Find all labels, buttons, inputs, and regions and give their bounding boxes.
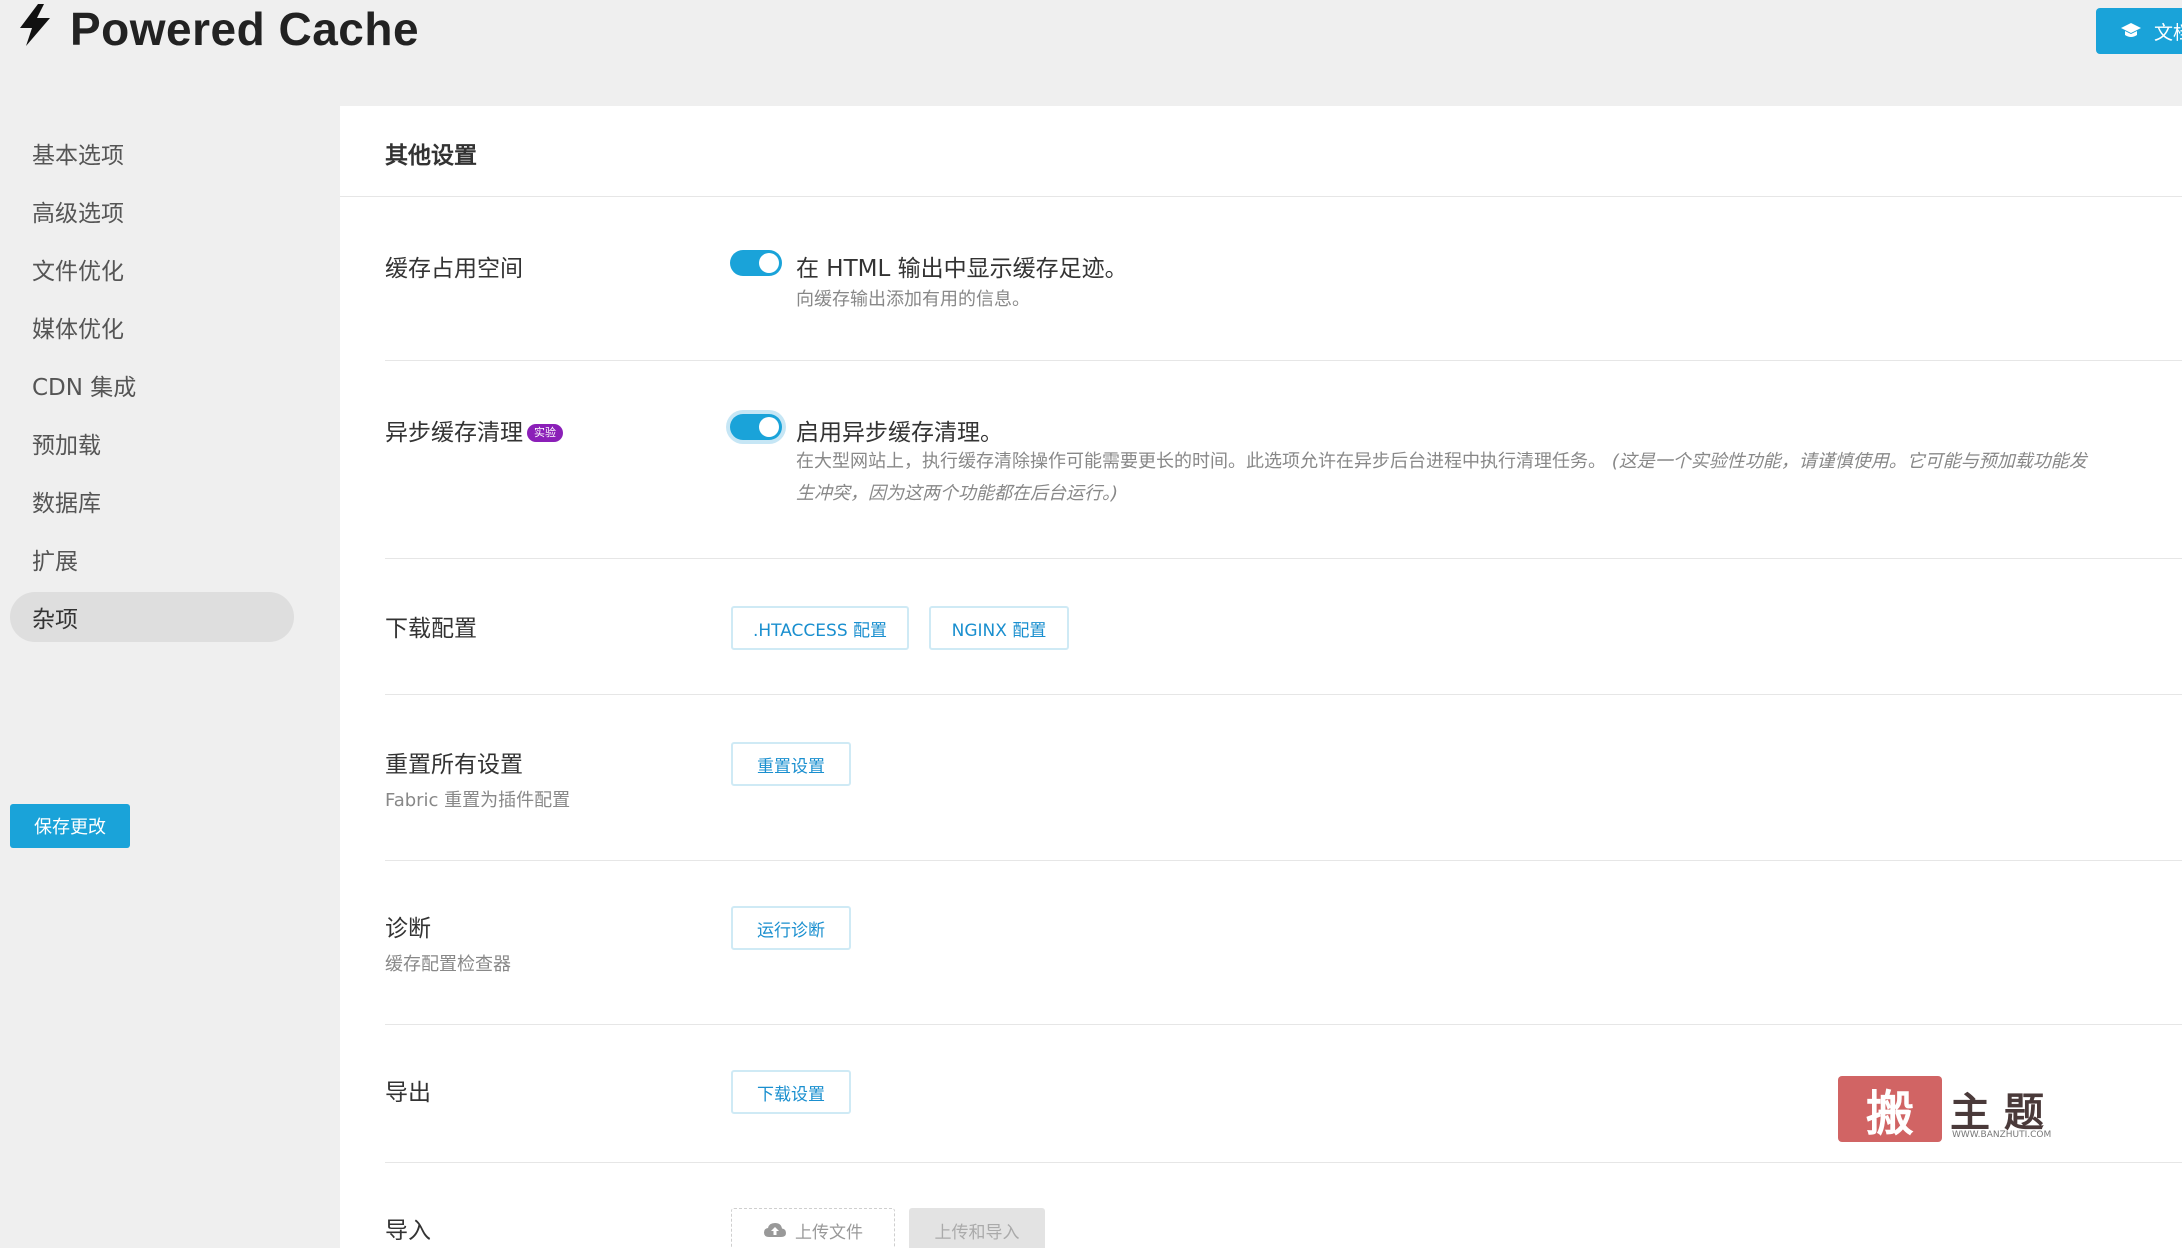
setting-row-diagnostics: 诊断 缓存配置检查器 运行诊断 xyxy=(385,906,2182,1026)
sidebar-item-misc[interactable]: 杂项 xyxy=(10,592,294,642)
setting-label: 导入 xyxy=(385,1218,431,1244)
sidebar-item-advanced[interactable]: 高级选项 xyxy=(10,186,294,236)
option-description-main: 在大型网站上，执行缓存清除操作可能需要更长的时间。此选项允许在异步后台进程中执行… xyxy=(796,451,1606,472)
cloud-upload-icon xyxy=(764,1223,786,1237)
divider xyxy=(385,860,2182,861)
sidebar-item-cdn[interactable]: CDN 集成 xyxy=(10,360,294,410)
watermark-stamp: 搬 xyxy=(1838,1076,1942,1142)
watermark-logo: 搬 主题 WWW.BANZHUTI.COM xyxy=(1838,1074,2078,1146)
setting-label: 缓存占用空间 xyxy=(385,256,523,282)
panel-title: 其他设置 xyxy=(385,143,477,169)
docs-button[interactable]: 文档 xyxy=(2096,8,2182,54)
option-description-note: (这是一个实验性功能，请谨慎使用。它可能与预加载功能发 xyxy=(1611,451,2087,472)
lightning-bolt-icon xyxy=(20,4,50,46)
upload-file-button[interactable]: 上传文件 xyxy=(731,1208,895,1248)
setting-label: 异步缓存清理 实验 xyxy=(385,413,563,447)
sidebar-item-preload[interactable]: 预加载 xyxy=(10,418,294,468)
async-cleanup-toggle[interactable] xyxy=(730,414,782,440)
upload-and-import-button[interactable]: 上传和导入 xyxy=(909,1208,1045,1248)
option-description: 在大型网站上，执行缓存清除操作可能需要更长的时间。此选项允许在异步后台进程中执行… xyxy=(796,446,2182,510)
divider xyxy=(385,1024,2182,1025)
setting-description: Fabric 重置为插件配置 xyxy=(385,790,571,811)
setting-label: 下载配置 xyxy=(385,616,477,642)
header: Powered Cache 文档 xyxy=(0,0,2182,96)
sidebar-item-basic[interactable]: 基本选项 xyxy=(10,128,294,178)
graduation-cap-icon xyxy=(2121,23,2141,37)
setting-row-async-cleanup: 异步缓存清理 实验 启用异步缓存清理。 在大型网站上，执行缓存清除操作可能需要更… xyxy=(385,410,2182,580)
setting-label: 重置所有设置 xyxy=(385,752,523,778)
setting-row-download-config: 下载配置 .HTACCESS 配置 NGINX 配置 xyxy=(385,606,2182,696)
setting-label-text: 异步缓存清理 xyxy=(385,420,523,446)
toggle-knob xyxy=(759,417,779,437)
setting-row-import: 导入 上传文件 上传和导入 xyxy=(385,1208,2182,1248)
option-title: 启用异步缓存清理。 xyxy=(796,420,1003,446)
sidebar-item-extensions[interactable]: 扩展 xyxy=(10,534,294,584)
htaccess-config-button[interactable]: .HTACCESS 配置 xyxy=(731,606,909,650)
sidebar-item-media-optimization[interactable]: 媒体优化 xyxy=(10,302,294,352)
divider xyxy=(385,694,2182,695)
experimental-badge: 实验 xyxy=(527,424,563,442)
nginx-config-button[interactable]: NGINX 配置 xyxy=(929,606,1069,650)
app-title: Powered Cache xyxy=(70,3,420,55)
reset-settings-button[interactable]: 重置设置 xyxy=(731,742,851,786)
setting-label: 导出 xyxy=(385,1080,431,1106)
toggle-knob xyxy=(759,253,779,273)
save-changes-button[interactable]: 保存更改 xyxy=(10,804,130,848)
setting-row-reset: 重置所有设置 Fabric 重置为插件配置 重置设置 xyxy=(385,742,2182,862)
divider xyxy=(385,558,2182,559)
download-settings-button[interactable]: 下载设置 xyxy=(731,1070,851,1114)
divider xyxy=(385,360,2182,361)
setting-description: 缓存配置检查器 xyxy=(385,954,511,975)
option-title: 在 HTML 输出中显示缓存足迹。 xyxy=(796,256,1128,282)
docs-button-label: 文档 xyxy=(2154,21,2182,44)
footprint-toggle[interactable] xyxy=(730,250,782,276)
divider xyxy=(340,196,2182,197)
option-description-note-cont: 生冲突，因为这两个功能都在后台运行。) xyxy=(796,483,1119,504)
upload-file-label: 上传文件 xyxy=(795,1222,863,1243)
option-description: 向缓存输出添加有用的信息。 xyxy=(796,289,1030,310)
divider xyxy=(385,1162,2182,1163)
run-diagnostics-button[interactable]: 运行诊断 xyxy=(731,906,851,950)
sidebar-item-database[interactable]: 数据库 xyxy=(10,476,294,526)
setting-row-footprint: 缓存占用空间 在 HTML 输出中显示缓存足迹。 向缓存输出添加有用的信息。 xyxy=(385,246,2182,366)
page: Powered Cache 文档 基本选项 高级选项 文件优化 媒体优化 CDN… xyxy=(0,0,2182,1248)
watermark-url: WWW.BANZHUTI.COM xyxy=(1952,1130,2052,1140)
sidebar-item-file-optimization[interactable]: 文件优化 xyxy=(10,244,294,294)
setting-label: 诊断 xyxy=(385,916,431,942)
